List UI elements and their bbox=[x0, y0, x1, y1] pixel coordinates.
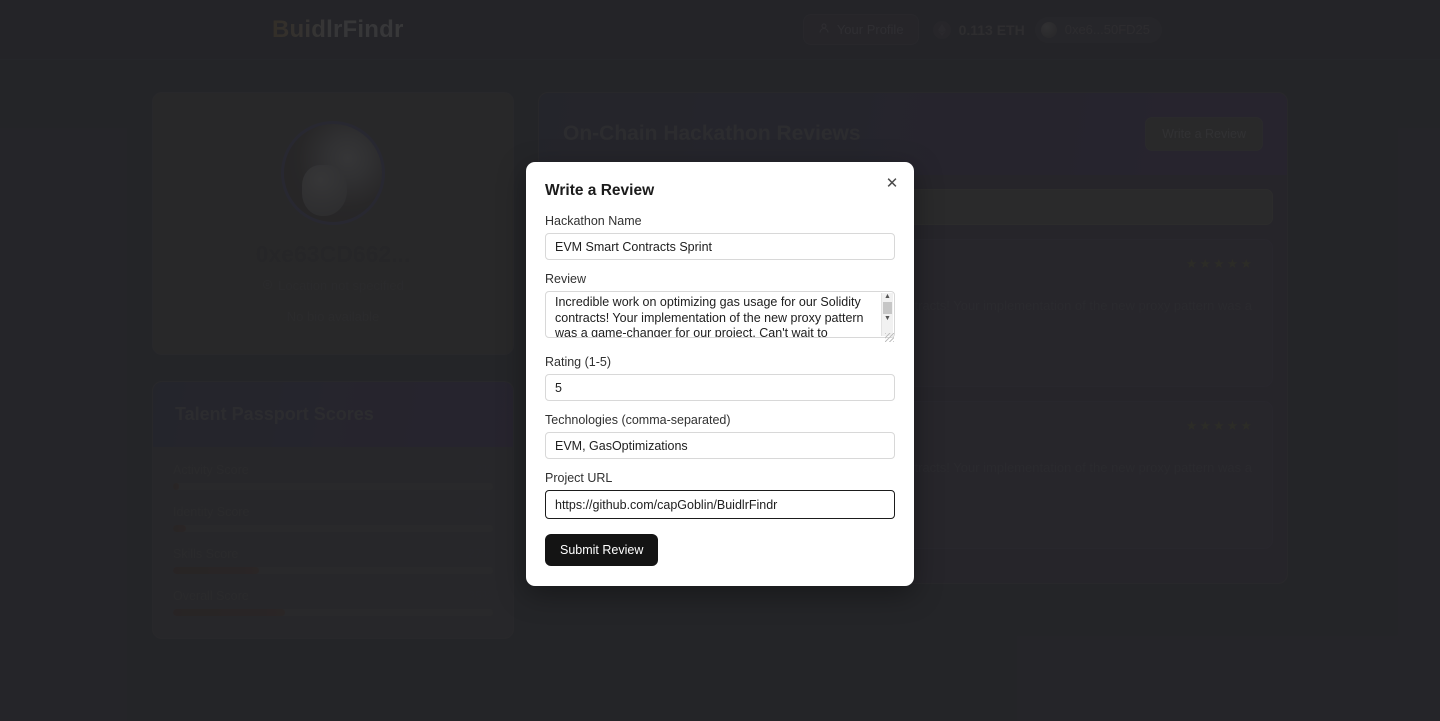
technologies-field: Technologies (comma-separated) bbox=[545, 413, 895, 459]
close-icon[interactable]: ✕ bbox=[884, 176, 900, 192]
project-url-label: Project URL bbox=[545, 471, 613, 485]
rating-input[interactable] bbox=[545, 374, 895, 401]
rating-field: Rating (1-5) bbox=[545, 355, 895, 401]
submit-review-button[interactable]: Submit Review bbox=[545, 534, 659, 566]
scroll-down-icon[interactable]: ▼ bbox=[882, 315, 893, 323]
review-label: Review bbox=[545, 272, 586, 286]
project-url-input[interactable] bbox=[545, 490, 895, 519]
review-field: Review ▲ ▼ bbox=[545, 272, 895, 343]
technologies-label: Technologies (comma-separated) bbox=[545, 413, 731, 427]
textarea-scrollbar[interactable]: ▲ ▼ bbox=[881, 293, 893, 336]
project-url-field: Project URL bbox=[545, 471, 895, 519]
rating-label: Rating (1-5) bbox=[545, 355, 611, 369]
hackathon-name-input[interactable] bbox=[545, 233, 895, 260]
write-review-modal: ✕ Write a Review Hackathon Name Review ▲… bbox=[526, 162, 914, 586]
scroll-up-icon[interactable]: ▲ bbox=[882, 293, 893, 301]
review-textarea[interactable] bbox=[545, 291, 895, 338]
technologies-input[interactable] bbox=[545, 432, 895, 459]
modal-title: Write a Review bbox=[545, 182, 655, 199]
hackathon-name-field: Hackathon Name bbox=[545, 214, 895, 260]
hackathon-name-label: Hackathon Name bbox=[545, 214, 642, 228]
scroll-thumb[interactable] bbox=[883, 302, 892, 314]
app-root: BuidlrFindr Your Profile 0.113 ETH bbox=[0, 0, 1440, 721]
textarea-resize-handle[interactable] bbox=[885, 333, 894, 342]
